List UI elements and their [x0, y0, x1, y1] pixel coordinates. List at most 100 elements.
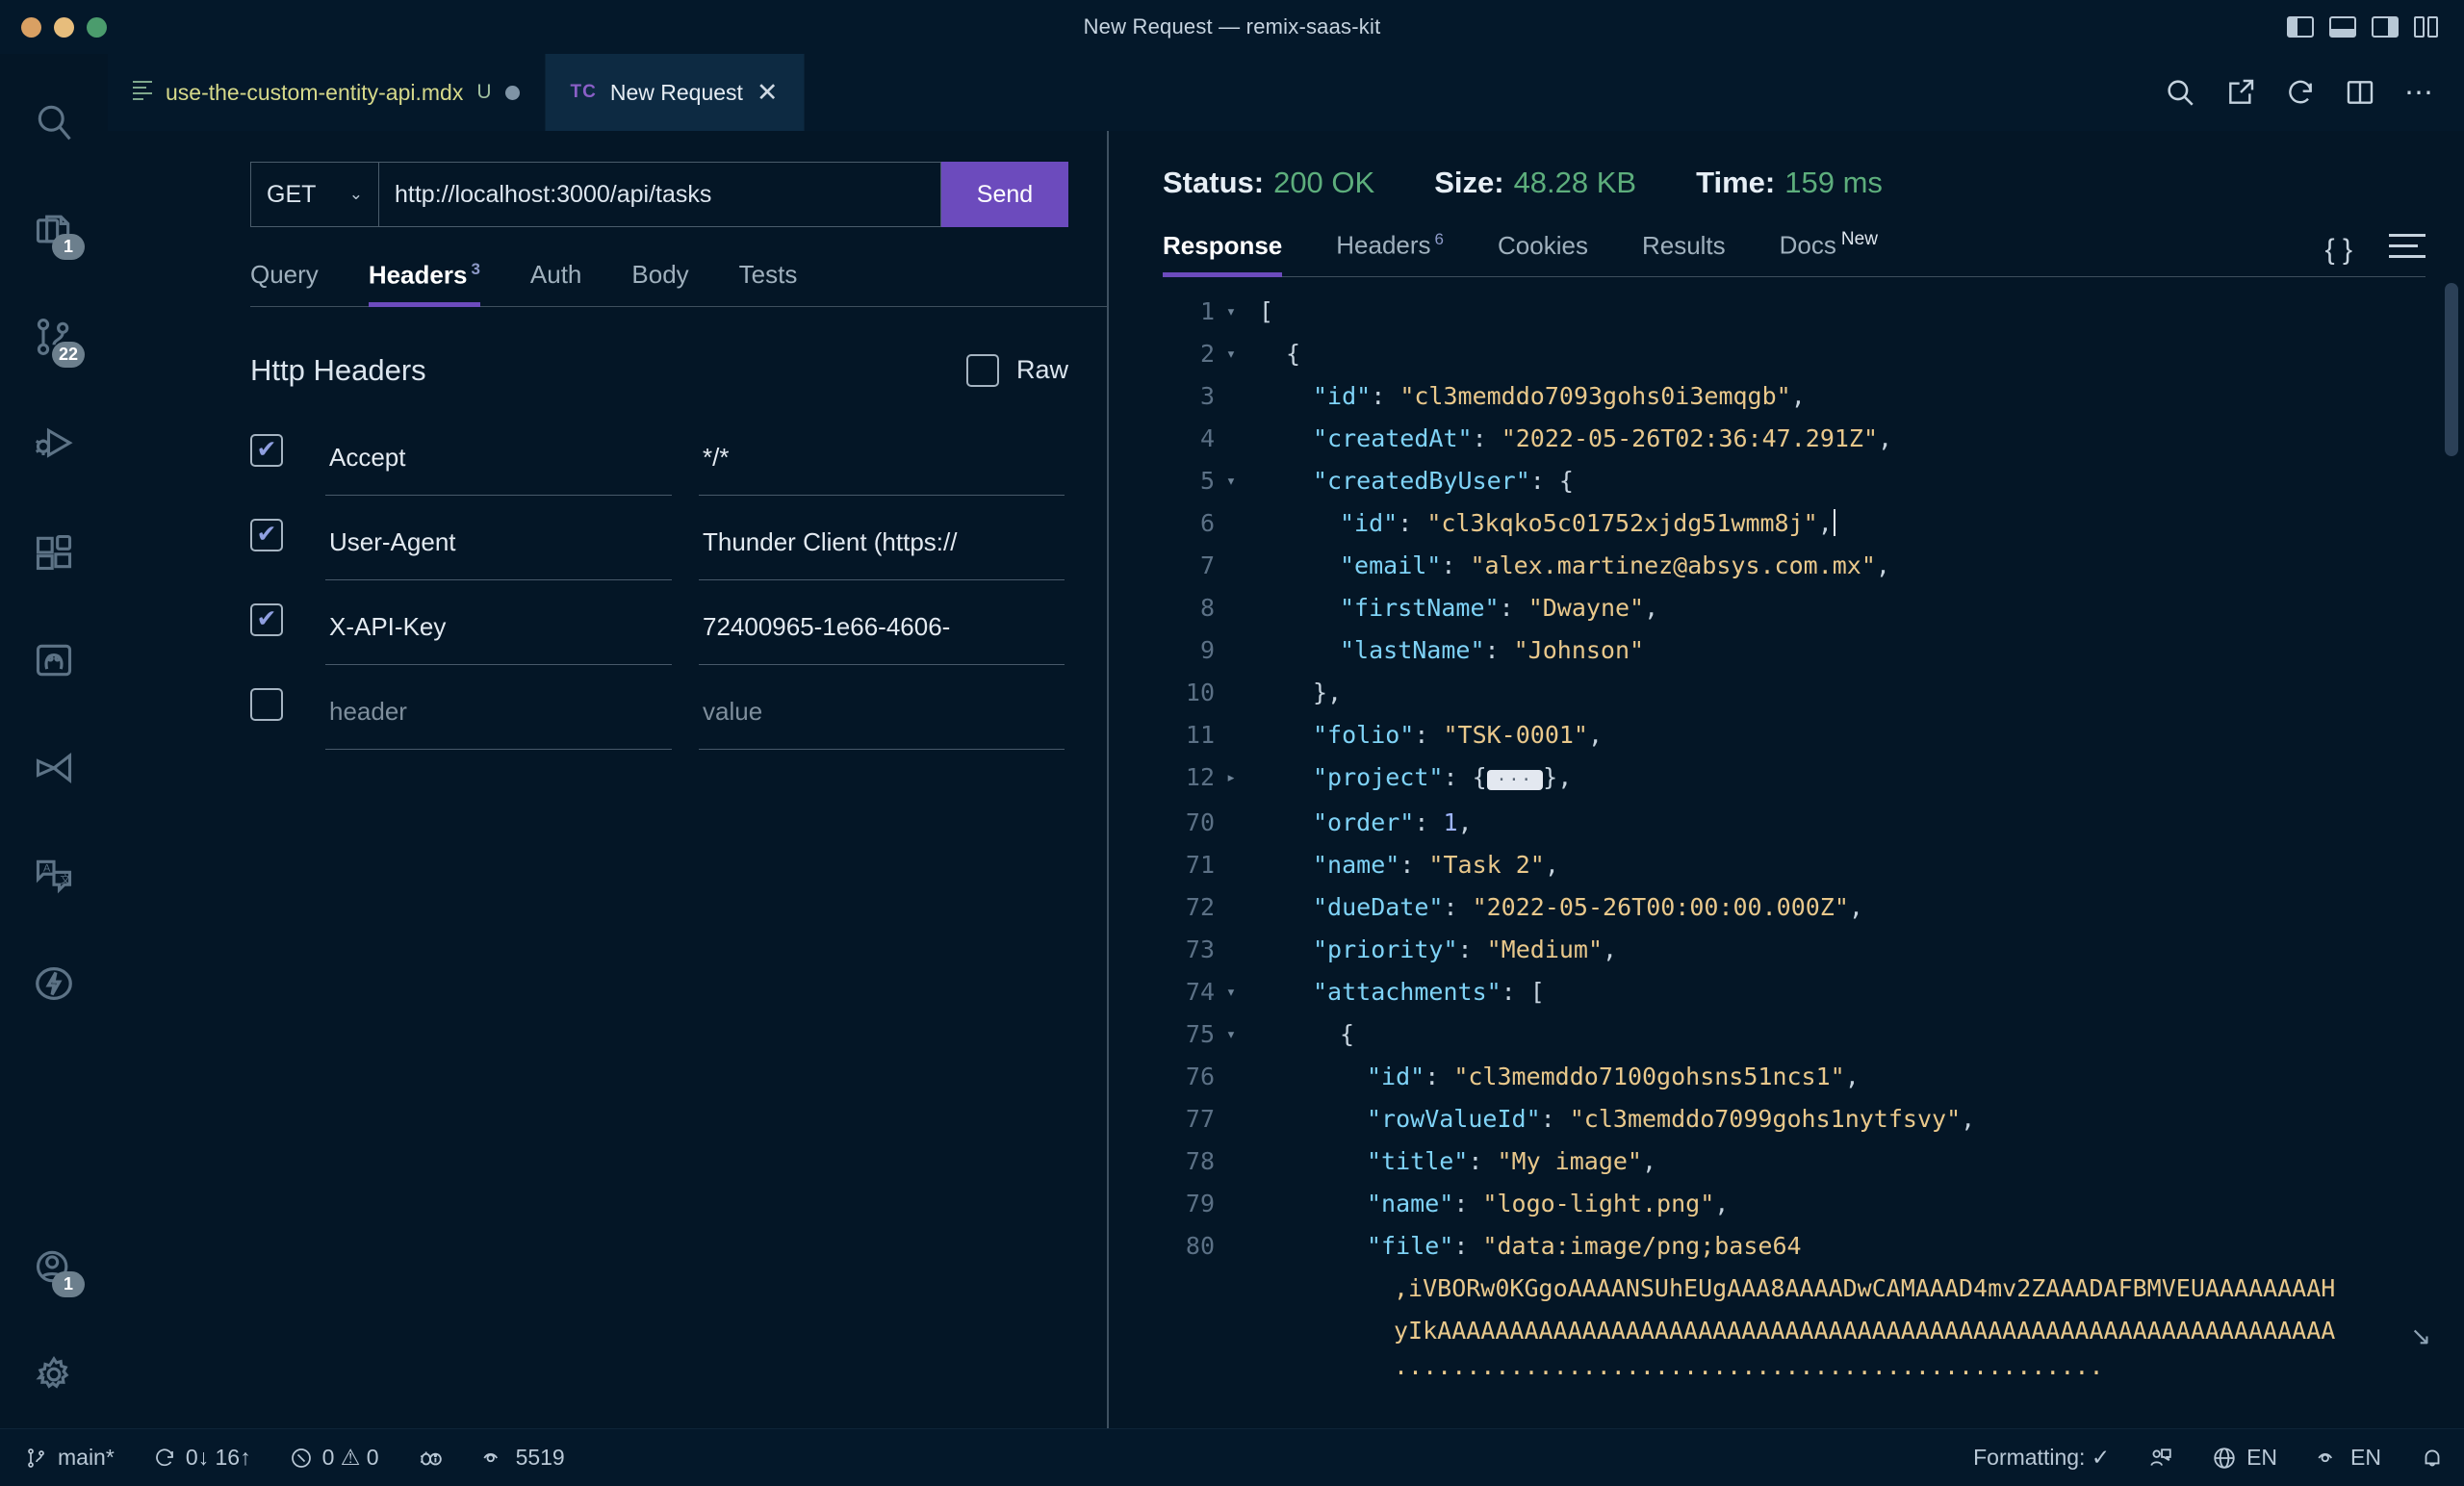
tab-response[interactable]: Response — [1163, 231, 1309, 277]
header-enabled-checkbox[interactable] — [250, 602, 283, 636]
header-enabled-checkbox[interactable] — [250, 687, 283, 721]
line-number: 8 — [1199, 593, 1215, 622]
size-label: Size: — [1434, 166, 1504, 199]
tab-auth[interactable]: Auth — [505, 260, 607, 306]
activitybar-item-source-control[interactable]: 22 — [0, 283, 108, 391]
request-url-input[interactable] — [379, 162, 941, 227]
menu-icon[interactable] — [2389, 234, 2426, 266]
status-problems[interactable]: 0 ⚠ 0 — [270, 1445, 398, 1471]
status-branch[interactable]: main* — [0, 1445, 134, 1471]
tab-query[interactable]: Query — [250, 260, 344, 306]
tab-response-headers[interactable]: Headers 6 — [1309, 230, 1471, 276]
fold-toggle-icon[interactable]: ▾ — [1215, 291, 1247, 333]
code-token: "name" — [1313, 850, 1400, 879]
close-window-button[interactable] — [21, 16, 41, 38]
tab-docs[interactable]: Docs New — [1753, 229, 1905, 276]
activitybar-item-postgresql[interactable] — [0, 606, 108, 714]
fold-toggle-icon[interactable]: ▾ — [1215, 460, 1247, 502]
table-row[interactable]: Accept */* — [250, 421, 1068, 496]
header-key-placeholder[interactable]: header — [325, 675, 672, 750]
line-number: 75 — [1185, 1019, 1215, 1048]
line-number: 7 — [1199, 551, 1215, 579]
search-icon[interactable] — [2164, 76, 2196, 109]
raw-checkbox[interactable] — [965, 353, 999, 387]
code-line: 12 ▸ "project": {···}, — [1109, 756, 2464, 802]
status-formatting[interactable]: Formatting: ✓ — [1948, 1445, 2129, 1471]
editor-tab-mdx[interactable]: use-the-custom-entity-api.mdx U — [108, 54, 546, 131]
activitybar-item-thunder-client[interactable] — [0, 714, 108, 822]
status-spell-check[interactable]: EN — [2297, 1445, 2400, 1471]
tab-body[interactable]: Body — [606, 260, 713, 306]
status-watch[interactable]: 5519 — [462, 1445, 584, 1471]
status-notifications[interactable] — [2400, 1446, 2464, 1471]
header-value-placeholder[interactable]: value — [699, 675, 1065, 750]
tab-headers[interactable]: Headers 3 — [344, 260, 505, 307]
header-enabled-checkbox[interactable] — [250, 518, 283, 551]
tab-tests[interactable]: Tests — [714, 260, 823, 306]
layout-controls[interactable] — [2287, 16, 2464, 38]
open-external-icon[interactable] — [2225, 77, 2256, 108]
text-cursor — [1833, 508, 1835, 536]
fold-toggle-icon[interactable]: ▸ — [1215, 756, 1247, 802]
bell-icon — [2425, 1449, 2440, 1466]
toggle-primary-sidebar-icon[interactable] — [2287, 16, 2314, 38]
window-controls[interactable] — [0, 16, 107, 38]
status-sync[interactable]: 0↓ 16↑ — [134, 1445, 270, 1471]
activitybar-item-extensions[interactable] — [0, 499, 108, 606]
status-language[interactable]: EN — [2193, 1445, 2297, 1471]
code-token: "priority" — [1313, 935, 1458, 963]
response-body-viewer[interactable]: 1 ▾[2 ▾{3 "id": "cl3memddo7093gohs0i3emqgb"… — [1109, 277, 2464, 1428]
close-icon[interactable]: ✕ — [757, 79, 779, 106]
activitybar-item-quick-actions[interactable] — [0, 930, 108, 1038]
activitybar-item-i18n-ally[interactable]: A文 — [0, 822, 108, 930]
header-key[interactable]: X-API-Key — [325, 590, 672, 665]
activitybar-item-explorer[interactable]: 1 — [0, 175, 108, 283]
code-token: : — [1472, 423, 1502, 452]
raw-toggle[interactable]: Raw — [965, 353, 1068, 387]
header-key[interactable]: Accept — [325, 421, 672, 496]
customize-layout-icon[interactable] — [2414, 16, 2441, 38]
toggle-secondary-sidebar-icon[interactable] — [2372, 16, 2399, 38]
tab-cookies[interactable]: Cookies — [1471, 231, 1615, 276]
fold-toggle-icon[interactable]: ▾ — [1215, 971, 1247, 1013]
activitybar-item-accounts[interactable]: 1 — [0, 1213, 108, 1320]
refresh-icon[interactable] — [2285, 77, 2316, 108]
table-row[interactable]: User-Agent Thunder Client (https:// — [250, 505, 1068, 580]
status-live-share[interactable] — [2129, 1446, 2193, 1471]
code-text: "file": "data:image/png;base64 — [1247, 1225, 1802, 1268]
vertical-scrollbar[interactable] — [2445, 282, 2458, 456]
activitybar-item-manage[interactable] — [0, 1320, 108, 1428]
status-debug-info[interactable] — [398, 1446, 462, 1471]
activitybar-item-search[interactable] — [0, 67, 108, 175]
http-method-select[interactable]: GET ⌄ — [250, 162, 379, 227]
split-editor-icon[interactable] — [2345, 77, 2375, 108]
send-button[interactable]: Send — [941, 162, 1068, 227]
editor-tab-new-request[interactable]: TC New Request ✕ — [545, 54, 805, 131]
activitybar-item-run-and-debug[interactable] — [0, 391, 108, 499]
editor-tab-mdx-dirty-indicator[interactable] — [504, 85, 520, 100]
header-value[interactable]: Thunder Client (https:// — [699, 505, 1065, 580]
header-value[interactable]: 72400965-1e66-4606- — [699, 590, 1065, 665]
response-json-code[interactable]: 1 ▾[2 ▾{3 "id": "cl3memddo7093gohs0i3emqgb"… — [1109, 291, 2464, 1395]
line-number: 3 — [1199, 381, 1215, 410]
table-row[interactable]: header value — [250, 675, 1068, 750]
code-token: ········································… — [1394, 1358, 2104, 1387]
header-value[interactable]: */* — [699, 421, 1065, 496]
more-actions-icon[interactable]: ⋯ — [2404, 76, 2435, 110]
fold-toggle-icon[interactable]: ▾ — [1215, 333, 1247, 375]
tab-results[interactable]: Results — [1615, 231, 1753, 276]
table-row[interactable]: X-API-Key 72400965-1e66-4606- — [250, 590, 1068, 665]
header-enabled-checkbox[interactable] — [250, 433, 283, 467]
code-line: 9 "lastName": "Johnson" — [1109, 629, 2464, 672]
minimize-window-button[interactable] — [54, 16, 74, 38]
collapsed-region[interactable]: ··· — [1486, 769, 1544, 790]
code-token: : — [1371, 381, 1400, 410]
http-headers-title: Http Headers — [250, 352, 426, 387]
zoom-window-button[interactable] — [87, 16, 107, 38]
fold-toggle-icon[interactable]: ▾ — [1215, 1013, 1247, 1056]
format-json-icon[interactable]: { } — [2325, 234, 2352, 267]
header-key[interactable]: User-Agent — [325, 505, 672, 580]
toggle-panel-icon[interactable] — [2329, 16, 2356, 38]
code-text: ,iVBORw0KGgoAAAANSUhEUgAAA8AAAADwCAMAAAD… — [1247, 1268, 2335, 1310]
